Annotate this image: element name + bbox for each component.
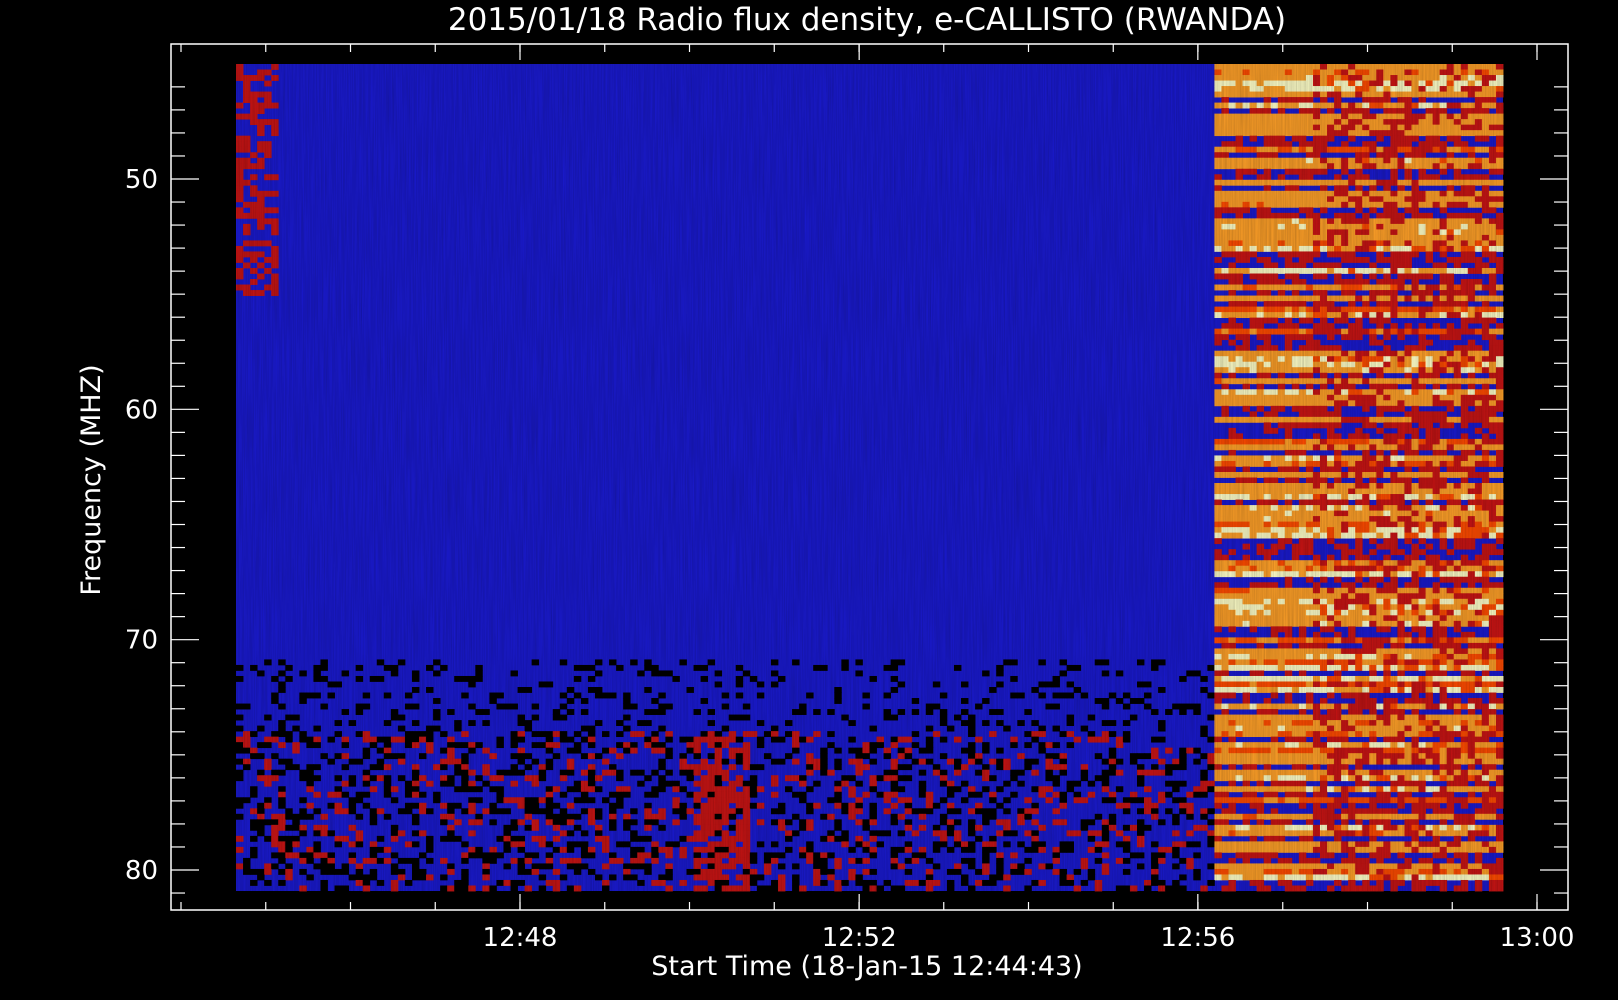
spectrogram-chart: 12:48 12:52 12:56 13:0050607080 2015/01/18 … <box>0 0 1618 1000</box>
